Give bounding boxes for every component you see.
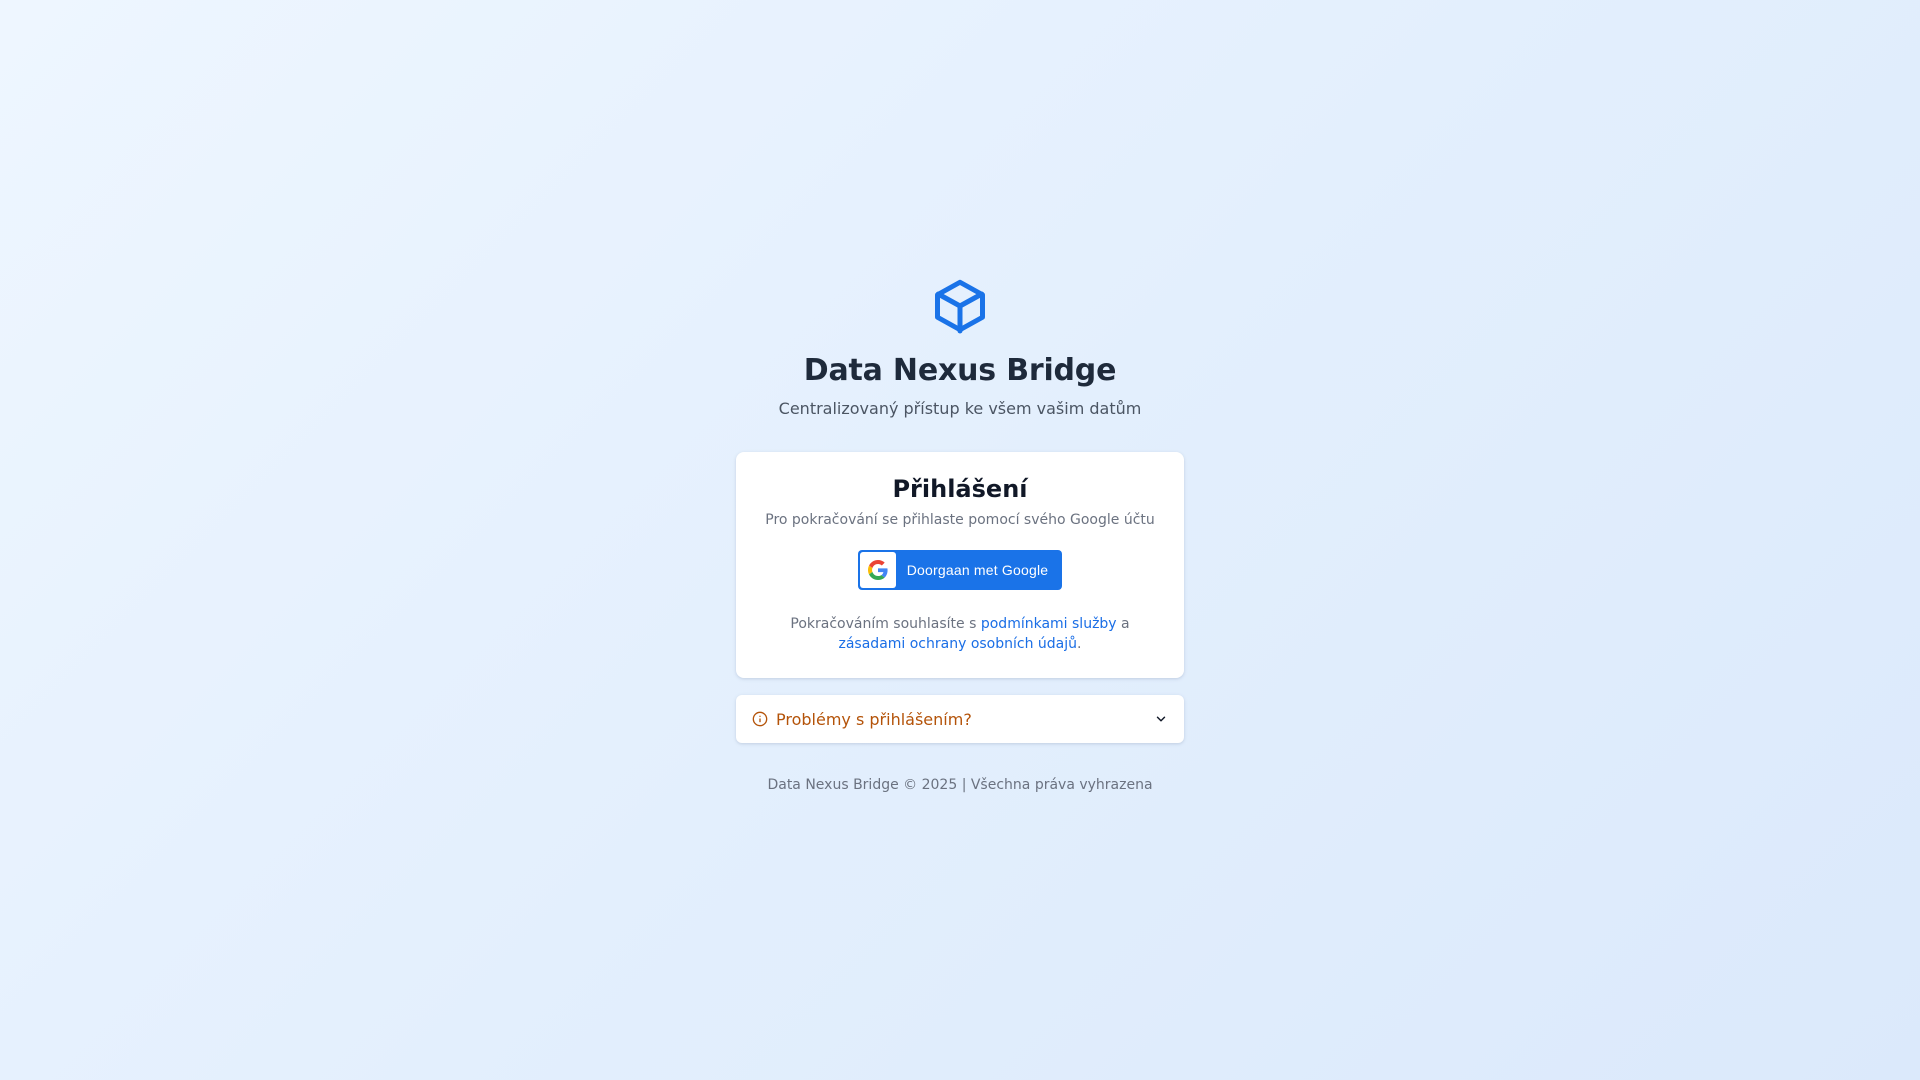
app-subtitle: Centralizovaný přístup ke všem vašim dat…: [778, 399, 1142, 418]
footer-copyright: Data Nexus Bridge © 2025 | Všechna práva…: [767, 777, 1153, 793]
login-subtitle: Pro pokračování se přihlaste pomocí svéh…: [765, 512, 1155, 528]
terms-of-service-link[interactable]: podmínkami služby: [981, 616, 1117, 632]
google-icon: [859, 552, 896, 588]
login-card: Přihlášení Pro pokračování se přihlaste …: [736, 452, 1184, 678]
terms-notice: Pokračováním souhlasíte s podmínkami slu…: [780, 614, 1140, 654]
chevron-down-icon[interactable]: [1154, 712, 1168, 726]
google-signin-label: Doorgaan met Google: [906, 562, 1049, 578]
login-title: Přihlášení: [892, 475, 1028, 503]
login-page: Data Nexus Bridge Centralizovaný přístup…: [736, 274, 1184, 795]
terms-prefix: Pokračováním souhlasíte s: [790, 616, 981, 632]
google-signin-button[interactable]: Doorgaan met Google: [857, 550, 1063, 590]
terms-suffix: .: [1077, 636, 1082, 652]
login-help-accordion[interactable]: Problémy s přihlášením?: [736, 695, 1184, 743]
privacy-policy-link[interactable]: zásadami ochrany osobních údajů: [839, 636, 1078, 652]
info-icon: [752, 711, 768, 727]
cube-icon: [935, 279, 985, 334]
app-title: Data Nexus Bridge: [803, 353, 1117, 388]
terms-conjunction: a: [1116, 616, 1130, 632]
login-help-label: Problémy s přihlášením?: [776, 709, 972, 729]
